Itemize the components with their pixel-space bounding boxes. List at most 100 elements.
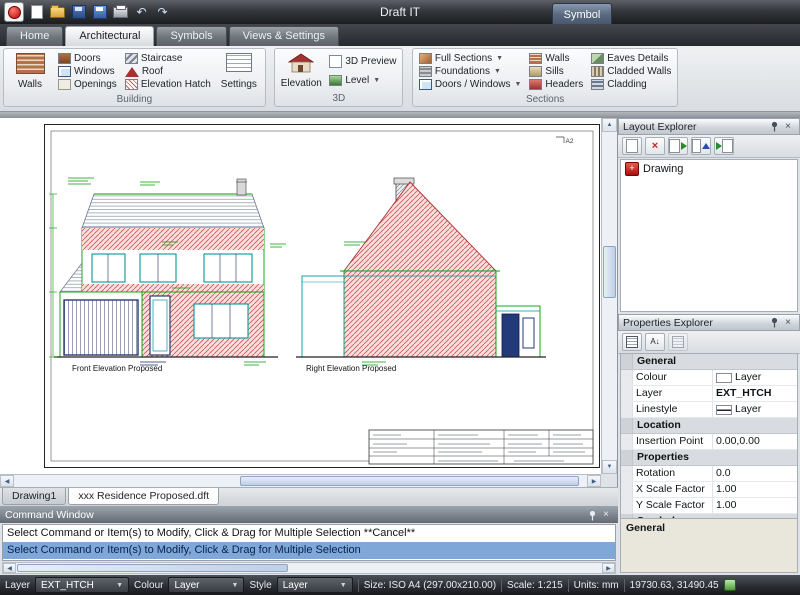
vertical-scroll-thumb[interactable]	[603, 246, 616, 298]
property-row-x-scale[interactable]: X Scale Factor 1.00	[621, 482, 797, 498]
command-horizontal-scrollbar[interactable]: ◀ ▶	[2, 562, 616, 574]
linestyle-swatch	[716, 405, 732, 415]
sills-button[interactable]: Sills	[527, 65, 585, 78]
save-all-icon[interactable]	[91, 4, 108, 21]
redo-icon[interactable]: ↷	[154, 4, 171, 21]
scroll-right-button[interactable]: ▶	[587, 475, 601, 487]
cladded-walls-icon	[591, 66, 604, 77]
print-icon[interactable]	[112, 4, 129, 21]
horizontal-scroll-thumb[interactable]	[240, 476, 579, 486]
title-block[interactable]	[369, 430, 593, 464]
command-window: Command Window × Select Command or Item(…	[0, 506, 618, 575]
doc-tab-residence[interactable]: xxx Residence Proposed.dft	[68, 488, 219, 505]
openings-button[interactable]: Openings	[56, 78, 119, 91]
headers-button[interactable]: Headers	[527, 78, 585, 91]
layout-item-drawing[interactable]: + Drawing	[621, 160, 797, 178]
command-line-selected[interactable]: Select Command or Item(s) to Modify, Cli…	[3, 542, 615, 559]
level-button[interactable]: Level▼	[327, 74, 398, 87]
symbol-context-tab[interactable]: Symbol	[552, 3, 612, 25]
3d-preview-checkbox[interactable]: 3D Preview	[327, 55, 398, 68]
scroll-down-button[interactable]: ▼	[602, 460, 617, 474]
canvas-horizontal-scrollbar[interactable]: ◀ ▶	[0, 474, 601, 487]
elevation-hatch-button[interactable]: Elevation Hatch	[123, 78, 213, 91]
property-row-insertion-point[interactable]: Insertion Point 0.00,0.00	[621, 434, 797, 450]
group-label-building: Building	[4, 94, 265, 106]
settings-button[interactable]: Settings	[217, 51, 261, 92]
roof-button[interactable]: Roof	[123, 65, 213, 78]
property-section[interactable]: Location	[621, 418, 797, 434]
scroll-left-button[interactable]: ◀	[3, 563, 16, 573]
tab-architectural[interactable]: Architectural	[65, 26, 154, 46]
scroll-right-button[interactable]: ▶	[602, 563, 615, 573]
layout-explorer-header[interactable]: Layout Explorer ×	[618, 118, 800, 135]
scroll-up-button[interactable]: ▲	[602, 118, 617, 132]
tab-home[interactable]: Home	[6, 26, 63, 46]
canvas-vertical-scrollbar[interactable]: ▲ ▼	[601, 118, 617, 474]
section-walls-button[interactable]: Walls	[527, 52, 585, 65]
scroll-left-button[interactable]: ◀	[0, 475, 14, 487]
close-icon[interactable]: ×	[599, 509, 613, 522]
delete-layout-button[interactable]: ×	[645, 137, 665, 155]
doors-windows-button[interactable]: Doors / Windows▼	[417, 78, 524, 91]
walls-button[interactable]: Walls	[8, 51, 52, 92]
new-file-icon[interactable]	[28, 4, 45, 21]
property-section[interactable]: Properties	[621, 450, 797, 466]
property-row-colour[interactable]: Colour Layer	[621, 370, 797, 386]
page-icon	[669, 139, 680, 153]
cladded-walls-button[interactable]: Cladded Walls	[589, 65, 673, 78]
colour-dropdown[interactable]: Layer▼	[168, 577, 244, 593]
new-layout-button[interactable]	[622, 137, 642, 155]
pin-icon[interactable]	[585, 509, 599, 522]
command-history[interactable]: Select Command or Item(s) to Modify, Cli…	[2, 524, 616, 561]
import-layout-button[interactable]	[714, 137, 734, 155]
command-window-header[interactable]: Command Window ×	[0, 507, 618, 523]
properties-explorer-header[interactable]: Properties Explorer ×	[618, 314, 800, 331]
drawing-view[interactable]: A2	[0, 118, 601, 474]
drawing-canvas[interactable]: A2	[0, 118, 618, 487]
property-row-linestyle[interactable]: Linestyle Layer	[621, 402, 797, 418]
command-line[interactable]: Select Command or Item(s) to Modify, Cli…	[3, 525, 615, 542]
hatch-icon	[125, 79, 138, 90]
foundations-button[interactable]: Foundations▼	[417, 65, 524, 78]
right-dock-panel: Layout Explorer × × + Drawing	[618, 118, 800, 575]
property-section[interactable]: General	[621, 354, 797, 370]
app-logo-icon[interactable]	[4, 2, 24, 22]
status-indicator-icon[interactable]	[724, 579, 736, 591]
copy-layout-button[interactable]	[668, 137, 688, 155]
layer-dropdown[interactable]: EXT_HTCH▼	[35, 577, 129, 593]
property-pages-button[interactable]	[668, 333, 688, 351]
tab-symbols[interactable]: Symbols	[156, 26, 226, 46]
close-icon[interactable]: ×	[781, 316, 795, 329]
property-row-layer[interactable]: Layer EXT_HTCH	[621, 386, 797, 402]
open-file-icon[interactable]	[49, 4, 66, 21]
chevron-down-icon: ▼	[340, 582, 347, 589]
undo-icon[interactable]: ↶	[133, 4, 150, 21]
layout-list[interactable]: + Drawing	[620, 159, 798, 312]
pin-icon[interactable]	[767, 120, 781, 133]
style-dropdown[interactable]: Layer▼	[277, 577, 353, 593]
pin-icon[interactable]	[767, 316, 781, 329]
separator	[501, 579, 502, 592]
horizontal-scroll-thumb[interactable]	[17, 564, 288, 572]
doors-button[interactable]: Doors	[56, 52, 119, 65]
close-icon[interactable]: ×	[781, 120, 795, 133]
export-layout-button[interactable]	[691, 137, 711, 155]
checkbox-icon	[329, 55, 342, 68]
elevation-button[interactable]: Elevation	[279, 51, 323, 91]
properties-explorer-panel: Properties Explorer × A↓ General Colour …	[618, 314, 800, 575]
staircase-button[interactable]: Staircase	[123, 52, 213, 65]
full-sections-button[interactable]: Full Sections▼	[417, 52, 524, 65]
cladding-button[interactable]: Cladding	[589, 78, 673, 91]
doc-tab-drawing1[interactable]: Drawing1	[2, 488, 66, 505]
door-icon	[58, 53, 71, 64]
categorized-view-button[interactable]	[622, 333, 642, 351]
windows-button[interactable]: Windows	[56, 65, 119, 78]
title-bar: ↶ ↷ Draft IT Symbol	[0, 0, 800, 24]
eaves-details-button[interactable]: Eaves Details	[589, 52, 673, 65]
alphabetical-sort-button[interactable]: A↓	[645, 333, 665, 351]
property-row-y-scale[interactable]: Y Scale Factor 1.00	[621, 498, 797, 514]
property-row-rotation[interactable]: Rotation 0.0	[621, 466, 797, 482]
tab-views-settings[interactable]: Views & Settings	[229, 26, 339, 46]
save-icon[interactable]	[70, 4, 87, 21]
drawing-page-svg[interactable]: A2	[44, 124, 600, 468]
